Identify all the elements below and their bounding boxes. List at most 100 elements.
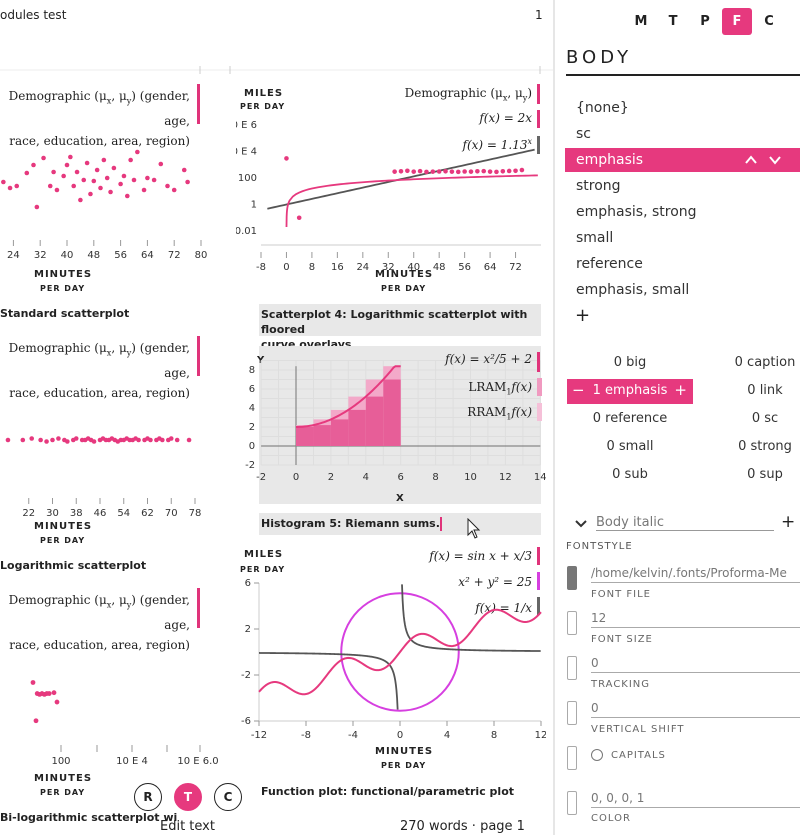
data-point	[94, 167, 100, 173]
style-item-small[interactable]: small	[565, 226, 800, 250]
legend-swatch	[197, 336, 200, 376]
x-tick-label: 48	[433, 262, 446, 270]
font-file-field[interactable]: /home/kelvin/.fonts/Proforma-Me	[591, 564, 800, 583]
count-emphasis-active[interactable]: − 1 emphasis +	[567, 379, 693, 404]
collapse-chevron-icon[interactable]	[574, 516, 588, 535]
count-small[interactable]: 0 small	[570, 439, 690, 454]
edit-text-label: Edit text	[160, 819, 215, 834]
properties-panel: M T P F C BODY {none} sc emphasis strong…	[555, 0, 800, 835]
tab-t[interactable]: T	[658, 8, 688, 35]
add-style-button[interactable]: +	[575, 305, 590, 326]
data-point	[111, 165, 117, 171]
tab-f[interactable]: F	[722, 8, 752, 35]
logarithmic-scatterplot: 22 30 38 46 54 62 70 78	[5, 436, 201, 519]
data-point	[455, 169, 461, 175]
style-item-sc[interactable]: sc	[565, 122, 800, 146]
capitals-radio[interactable]	[591, 749, 603, 761]
x-tick-label: 72	[509, 262, 522, 270]
caption-hist5[interactable]: Histogram 5: Riemann sums.	[259, 513, 541, 535]
y-tick-label: 0.01	[236, 226, 257, 237]
data-point	[118, 181, 123, 187]
x-tick: 10 E 4	[116, 756, 148, 767]
data-point	[506, 168, 512, 174]
data-point	[186, 437, 192, 443]
caption-function[interactable]: Function plot: functional/parametric plo…	[261, 785, 514, 798]
data-point	[171, 187, 177, 193]
document-canvas[interactable]: odules test 1 Demographic (μx, μy) (gend…	[0, 0, 553, 835]
x-tick-label: 10	[464, 472, 477, 483]
font-size-field[interactable]: 12	[591, 609, 800, 628]
style-item-none[interactable]: {none}	[565, 96, 800, 120]
data-point	[24, 170, 30, 176]
count-caption[interactable]: 0 caption	[705, 355, 800, 370]
data-point	[494, 169, 499, 175]
count-sup[interactable]: 0 sup	[705, 467, 800, 482]
capitals-toggle[interactable]	[567, 746, 577, 770]
data-point	[411, 169, 417, 174]
style-item-emphasis-strong[interactable]: emphasis, strong	[565, 200, 800, 224]
x-tick-label: 46	[94, 508, 107, 519]
data-point	[462, 169, 467, 174]
data-point	[443, 169, 448, 174]
increment-icon[interactable]: +	[674, 381, 687, 399]
style-item-strong[interactable]: strong	[565, 174, 800, 198]
count-strong[interactable]: 0 strong	[705, 439, 800, 454]
tab-c[interactable]: C	[754, 8, 784, 35]
section-name-input[interactable]: Body italic	[596, 515, 774, 531]
data-point	[50, 437, 55, 443]
mode-r-button[interactable]: R	[134, 783, 162, 811]
count-big[interactable]: 0 big	[570, 355, 690, 370]
add-section-button[interactable]: +	[781, 512, 795, 532]
x-tick-label: 12	[535, 730, 546, 741]
capitals-label: CAPITALS	[611, 750, 666, 761]
caption-bilog[interactable]: Bi-logarithmic scatterplot wi	[0, 811, 177, 824]
count-link[interactable]: 0 link	[705, 383, 800, 398]
font-size-toggle[interactable]	[567, 611, 577, 635]
count-sc[interactable]: 0 sc	[705, 411, 800, 426]
y-axis-label: MILES	[244, 88, 284, 99]
data-point	[20, 437, 26, 443]
data-point	[131, 177, 137, 183]
tracking-toggle[interactable]	[567, 656, 577, 680]
series-line-2x	[285, 174, 538, 228]
mode-c-button[interactable]: C	[214, 783, 242, 811]
count-reference[interactable]: 0 reference	[570, 411, 690, 426]
mode-t-button[interactable]: T	[174, 783, 202, 811]
vertical-shift-toggle[interactable]	[567, 701, 577, 725]
x-tick-label: -4	[348, 730, 358, 741]
x-tick: 100	[51, 756, 70, 767]
data-point	[136, 437, 141, 443]
caption-scatter4[interactable]: Scatterplot 4: Logarithmic scatterplot w…	[259, 304, 541, 351]
color-toggle[interactable]	[567, 791, 577, 815]
count-sub[interactable]: 0 sub	[570, 467, 690, 482]
tracking-field[interactable]: 0	[591, 654, 800, 673]
x-tick-label: 6	[398, 472, 404, 483]
data-point	[284, 156, 289, 161]
data-point	[101, 157, 107, 163]
bilog-scatterplot: 100 10 E 4 10 E 6.0	[30, 680, 219, 767]
data-point	[65, 439, 70, 444]
y-tick-label: 2	[249, 422, 255, 433]
caption-standard[interactable]: Standard scatterplot	[0, 307, 129, 320]
ruler-ticks	[0, 66, 553, 74]
x-tick-label: 72	[168, 250, 181, 261]
data-point	[392, 169, 397, 174]
tab-p[interactable]: P	[690, 8, 720, 35]
x-tick-label: -2	[256, 472, 266, 483]
x-tick-label: 24	[356, 262, 369, 270]
vertical-shift-field[interactable]: 0	[591, 699, 800, 718]
data-point	[424, 169, 429, 175]
x-tick-label: 4	[444, 730, 450, 741]
x-tick-label: 0	[283, 262, 289, 270]
data-point	[417, 168, 423, 174]
color-field[interactable]: 0, 0, 0, 1	[591, 789, 800, 808]
style-item-reference[interactable]: reference	[565, 252, 800, 276]
style-item-emphasis[interactable]: emphasis	[565, 148, 800, 172]
style-item-emphasis-small[interactable]: emphasis, small	[565, 278, 800, 302]
x-tick-label: 48	[87, 250, 100, 261]
tab-m[interactable]: M	[626, 8, 656, 35]
font-file-toggle[interactable]	[567, 566, 577, 590]
caption-log[interactable]: Logarithmic scatterplot	[0, 559, 146, 572]
legend-swatch	[537, 378, 542, 396]
data-point	[487, 169, 493, 174]
